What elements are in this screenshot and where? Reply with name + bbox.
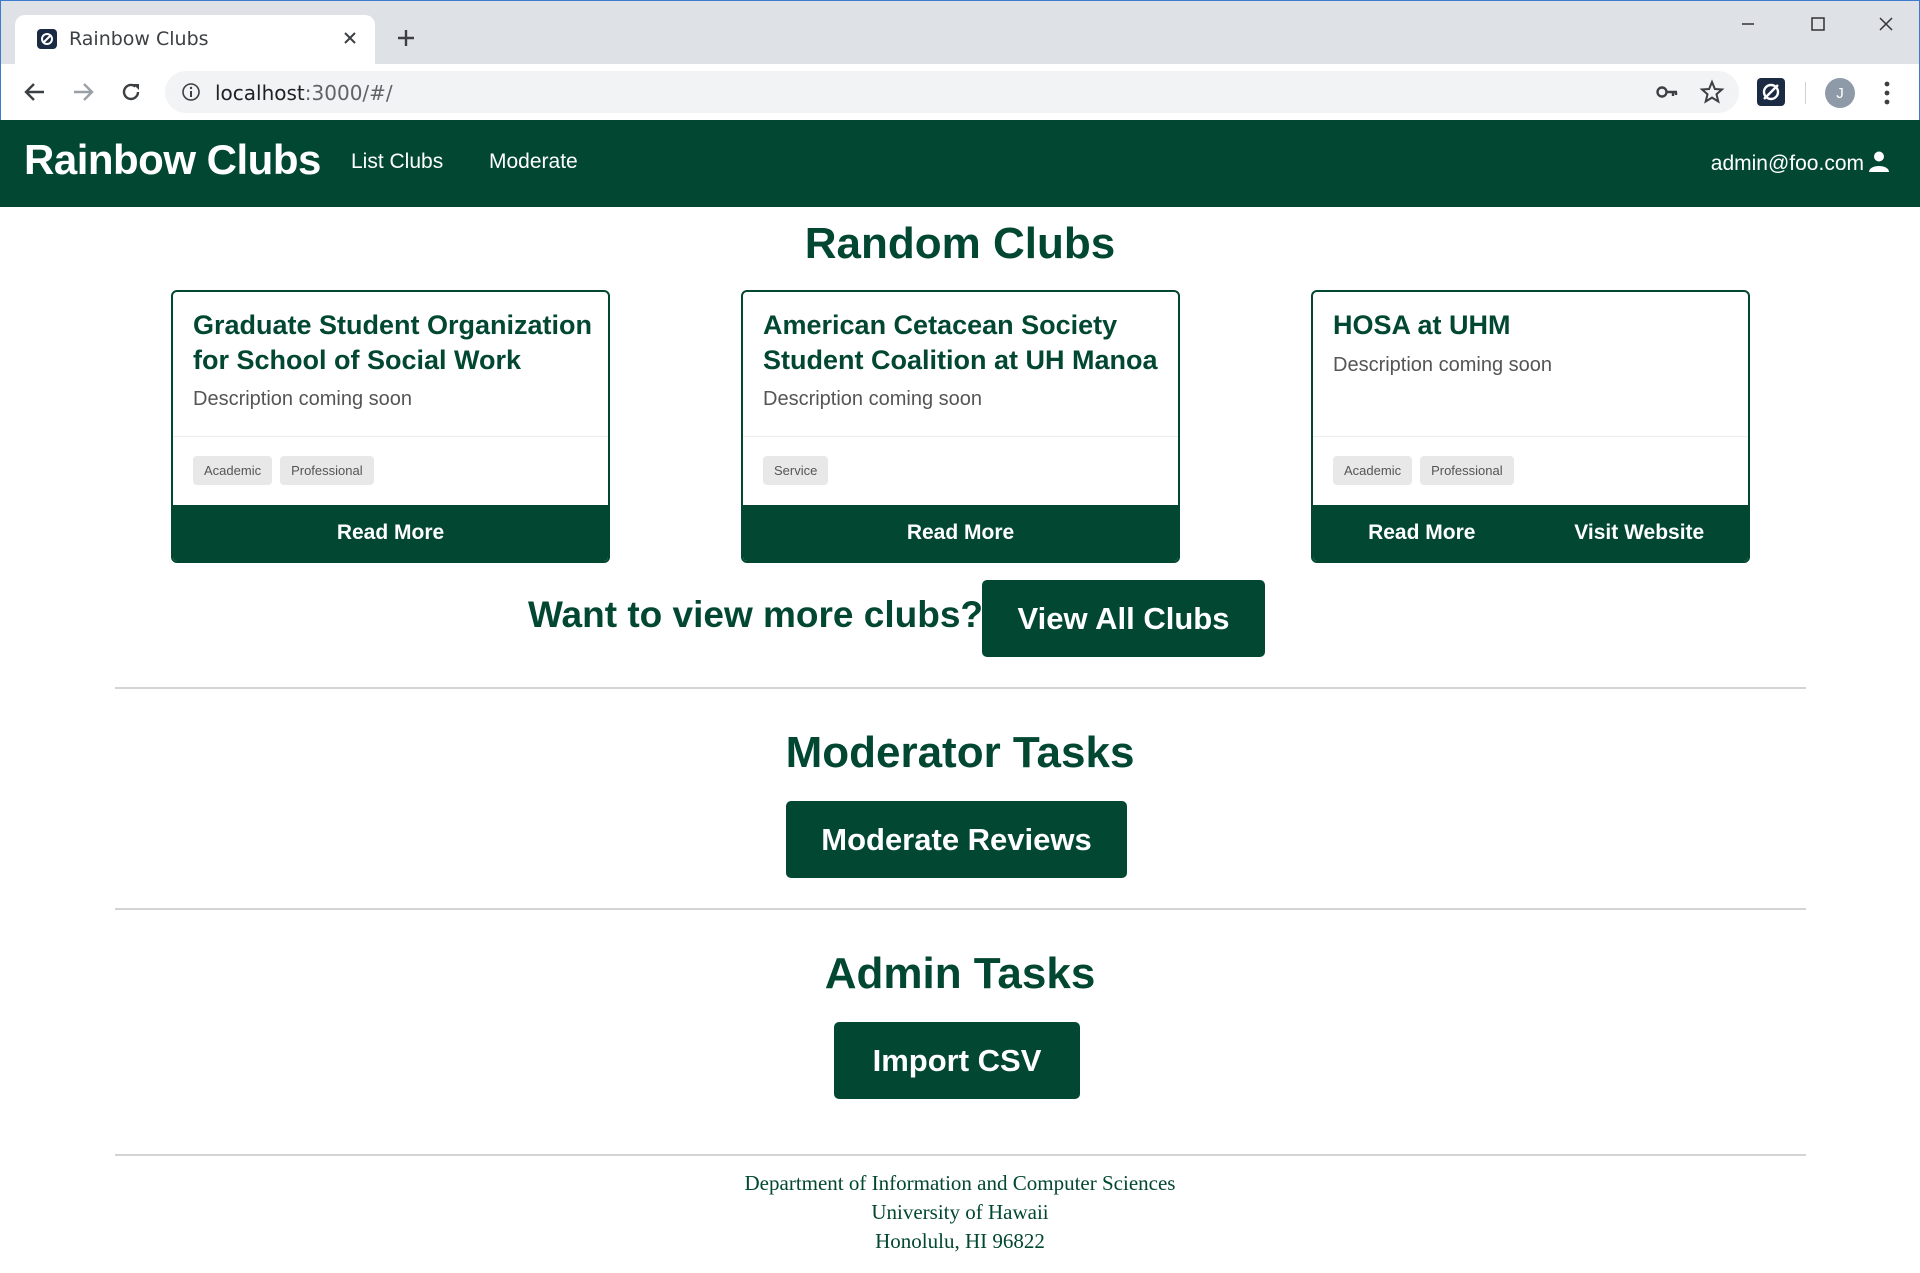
card-divider — [173, 436, 608, 437]
club-card-title: American Cetacean Society Student Coalit… — [763, 310, 1158, 375]
card-divider — [743, 436, 1178, 437]
visit-website-button[interactable]: Visit Website — [1531, 505, 1749, 561]
random-clubs-heading: Random Clubs — [804, 219, 1116, 268]
section-divider — [115, 687, 1806, 689]
club-tags: Academic Professional — [1333, 456, 1514, 485]
moderate-reviews-button[interactable]: Moderate Reviews — [786, 801, 1127, 878]
card-footer: Read More — [173, 505, 608, 561]
profile-avatar[interactable]: J — [1825, 78, 1855, 108]
club-card-title: HOSA at UHM — [1333, 310, 1511, 340]
url-text: localhost:3000/#/ — [215, 81, 393, 105]
bookmark-star-icon[interactable] — [1699, 79, 1725, 105]
club-card: HOSA at UHM Description coming soon Acad… — [1311, 290, 1750, 563]
import-csv-button[interactable]: Import CSV — [834, 1022, 1080, 1099]
club-card-description: Description coming soon — [763, 388, 982, 410]
club-card-description: Description coming soon — [193, 388, 412, 410]
tag-label: Academic — [1333, 456, 1413, 485]
back-arrow-icon[interactable] — [19, 76, 51, 108]
card-divider — [1313, 436, 1748, 437]
key-icon[interactable] — [1655, 81, 1679, 103]
club-card-title: Graduate Student Organization for School… — [193, 310, 593, 375]
tag-label: Academic — [193, 456, 273, 485]
url-path: :3000/#/ — [304, 81, 393, 105]
view-all-clubs-button[interactable]: View All Clubs — [982, 580, 1265, 657]
tag-label: Professional — [280, 456, 374, 485]
club-card: American Cetacean Society Student Coalit… — [741, 290, 1180, 563]
moderator-tasks-heading: Moderator Tasks — [785, 728, 1135, 777]
read-more-button[interactable]: Read More — [743, 505, 1178, 561]
read-more-button[interactable]: Read More — [173, 505, 608, 561]
tag-label: Professional — [1420, 456, 1514, 485]
browser-tab-strip: Rainbow Clubs — [0, 0, 1920, 65]
url-host: localhost — [215, 81, 305, 105]
toolbar-divider — [1805, 82, 1806, 104]
tab-title: Rainbow Clubs — [69, 28, 209, 50]
club-card-description: Description coming soon — [1333, 354, 1552, 376]
footer-address: Honolulu, HI 96822 — [875, 1229, 1045, 1253]
footer-department: Department of Information and Computer S… — [744, 1171, 1176, 1195]
club-card: Graduate Student Organization for School… — [171, 290, 610, 563]
close-tab-icon[interactable] — [339, 27, 361, 49]
admin-tasks-heading: Admin Tasks — [824, 949, 1096, 998]
app-favicon-icon — [37, 29, 57, 49]
club-tags: Service — [763, 456, 829, 485]
read-more-button[interactable]: Read More — [1313, 505, 1531, 561]
nav-link-moderate[interactable]: Moderate — [489, 150, 578, 174]
user-icon — [1868, 150, 1890, 178]
address-bar[interactable]: localhost:3000/#/ — [165, 71, 1739, 113]
club-tags: Academic Professional — [193, 456, 374, 485]
view-more-prompt: Want to view more clubs? — [528, 594, 984, 635]
browser-toolbar: localhost:3000/#/ J — [0, 64, 1920, 120]
user-email: admin@foo.com — [1710, 152, 1864, 175]
app-navbar: Rainbow Clubs List Clubs Moderate admin@… — [0, 120, 1920, 207]
more-menu-icon[interactable] — [1875, 78, 1899, 108]
section-divider — [115, 908, 1806, 910]
nav-link-list-clubs[interactable]: List Clubs — [351, 150, 443, 174]
forward-arrow-icon[interactable] — [67, 76, 99, 108]
browser-tab[interactable]: Rainbow Clubs — [15, 15, 375, 65]
tag-label: Service — [763, 456, 829, 485]
card-footer: Read More Visit Website — [1313, 505, 1748, 561]
footer-university: University of Hawaii — [871, 1200, 1049, 1224]
maximize-icon[interactable] — [1795, 9, 1841, 39]
new-tab-icon[interactable] — [391, 23, 421, 53]
user-dropdown[interactable]: admin@foo.com — [1711, 150, 1890, 178]
close-window-icon[interactable] — [1863, 9, 1909, 39]
reload-icon[interactable] — [115, 76, 147, 108]
brand-logo-text[interactable]: Rainbow Clubs — [24, 136, 321, 184]
extension-icon[interactable] — [1757, 78, 1785, 106]
section-divider — [115, 1154, 1806, 1156]
minimize-icon[interactable] — [1725, 9, 1771, 39]
card-footer: Read More — [743, 505, 1178, 561]
info-icon[interactable] — [181, 82, 201, 102]
